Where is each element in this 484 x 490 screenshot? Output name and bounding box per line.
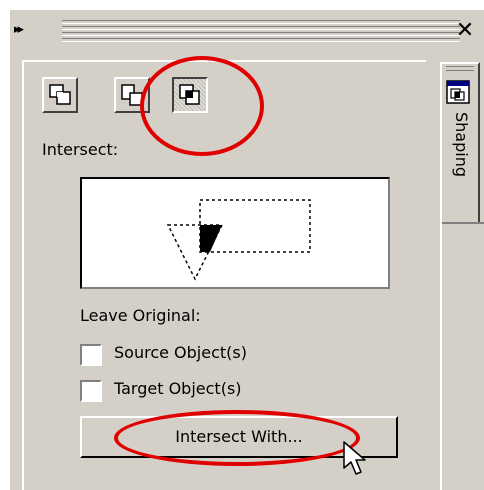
source-objects-checkbox[interactable] bbox=[80, 344, 102, 366]
arrow-cursor-icon bbox=[343, 441, 366, 475]
highlight-oval-button bbox=[114, 410, 360, 466]
grip-line bbox=[62, 20, 460, 24]
tab-grip-line bbox=[446, 66, 474, 67]
leave-original-label: Leave Original: bbox=[80, 306, 201, 325]
target-objects-checkbox[interactable] bbox=[80, 380, 102, 402]
double-chevron-right-icon[interactable]: ▸▸ bbox=[14, 20, 32, 40]
intersect-preview bbox=[80, 177, 390, 289]
shaping-icon bbox=[446, 80, 470, 104]
target-objects-label: Target Object(s) bbox=[114, 379, 242, 398]
grip-line bbox=[62, 32, 460, 36]
highlight-oval-mode bbox=[140, 56, 264, 156]
intersect-preview-graphic bbox=[166, 199, 311, 281]
grip-line bbox=[62, 38, 460, 42]
operation-label: Intersect: bbox=[42, 140, 119, 159]
tab-divider bbox=[442, 222, 484, 224]
source-objects-label: Source Object(s) bbox=[114, 343, 247, 362]
weld-mode-button[interactable] bbox=[42, 77, 78, 113]
close-icon[interactable]: ✕ bbox=[452, 18, 478, 44]
weld-mode-icon bbox=[49, 84, 71, 105]
docker-titlebar bbox=[10, 10, 484, 54]
grip-line bbox=[62, 26, 460, 30]
tab-shaping-label: Shaping bbox=[452, 112, 471, 177]
tab-grip-line bbox=[446, 70, 474, 71]
tab-divider bbox=[440, 222, 442, 490]
